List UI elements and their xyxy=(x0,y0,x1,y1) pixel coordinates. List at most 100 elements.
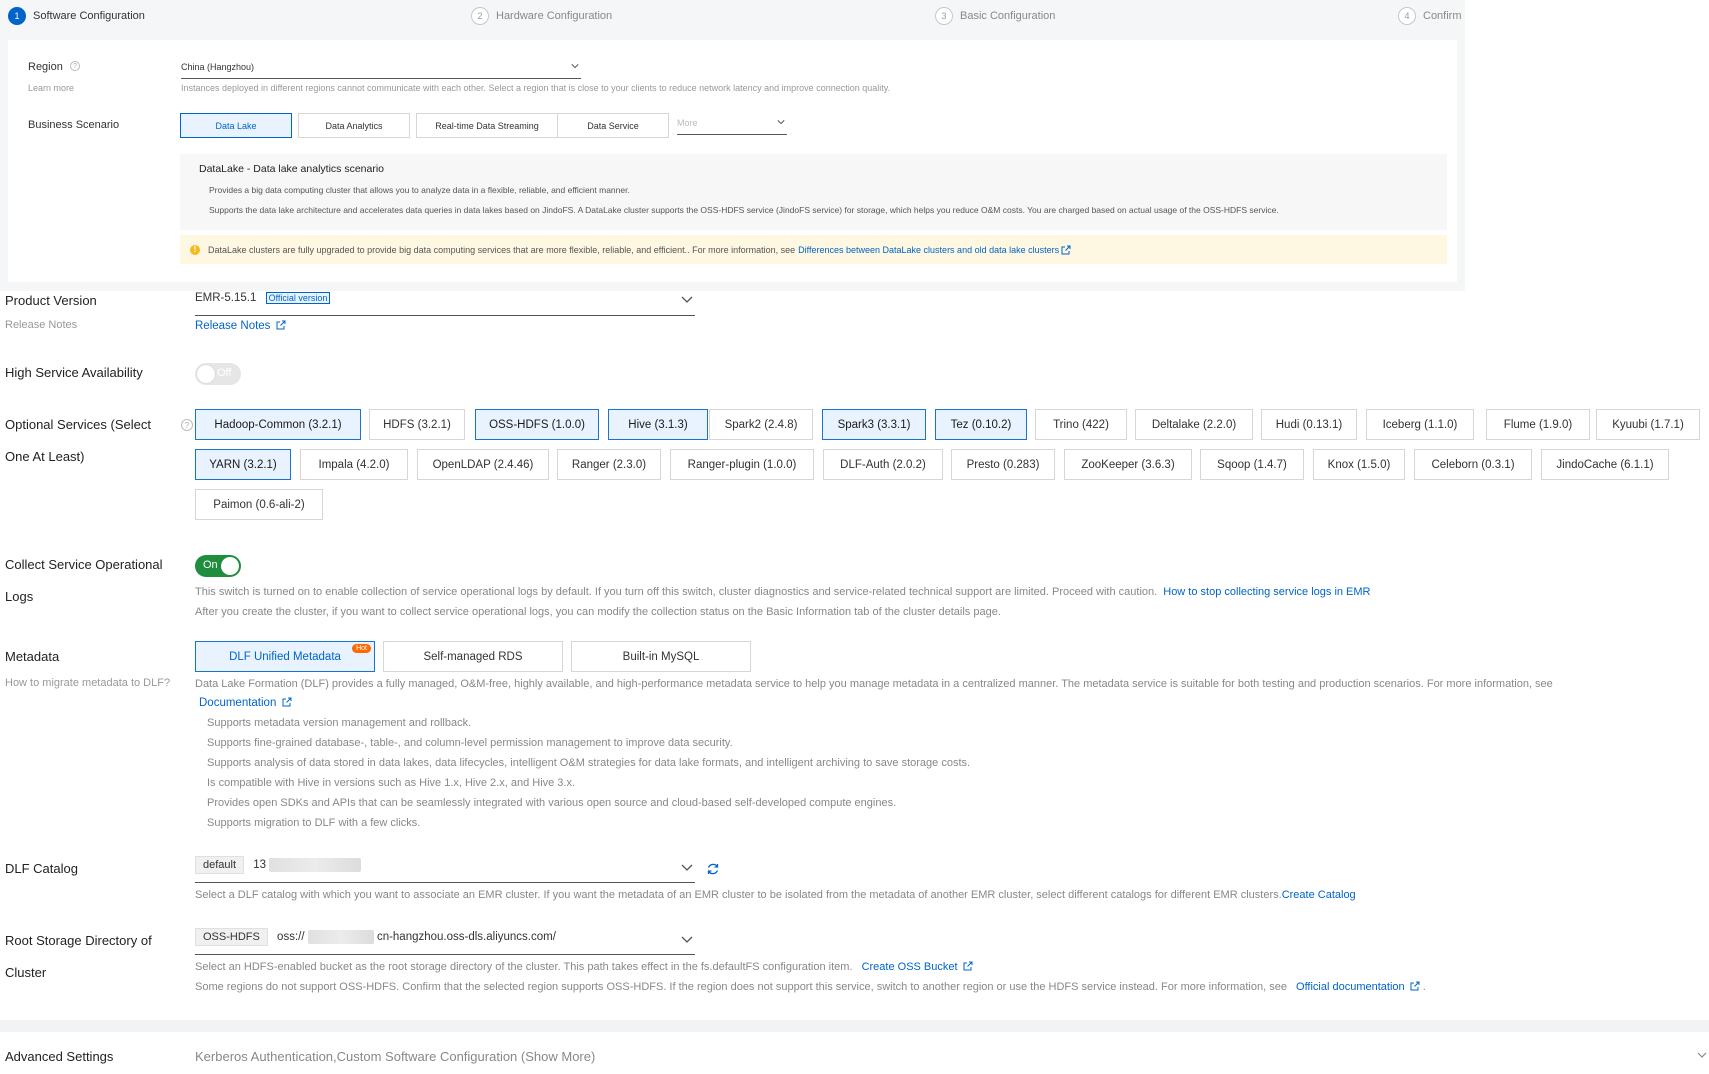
high-availability-toggle[interactable]: Off xyxy=(195,363,241,385)
service-sqoop[interactable]: Sqoop (1.4.7) xyxy=(1200,449,1304,480)
notice-text: DataLake clusters are fully upgraded to … xyxy=(208,244,796,255)
product-version-select[interactable]: EMR-5.15.1 Official version xyxy=(195,292,695,316)
dlf-catalog-desc-text: Select a DLF catalog with which you want… xyxy=(195,889,1282,901)
service-celeborn[interactable]: Celeborn (0.3.1) xyxy=(1414,449,1532,480)
region-select[interactable]: China (Hangzhou) xyxy=(181,62,581,79)
step-number: 3 xyxy=(935,7,953,25)
redacted-value xyxy=(269,858,362,872)
metadata-built-in-mysql-button[interactable]: Built-in MySQL xyxy=(571,641,751,672)
create-catalog-link[interactable]: Create Catalog xyxy=(1282,889,1356,901)
metadata-bullet: Provides open SDKs and APIs that can be … xyxy=(207,797,897,809)
migrate-metadata-link[interactable]: How to migrate metadata to DLF? xyxy=(5,677,170,689)
service-hadoop-common[interactable]: Hadoop-Common (3.2.1) xyxy=(195,409,361,440)
toggle-knob xyxy=(221,557,239,575)
chevron-down-icon xyxy=(681,296,693,303)
scenario-data-analytics-button[interactable]: Data Analytics xyxy=(298,113,410,138)
service-impala[interactable]: Impala (4.2.0) xyxy=(300,449,408,480)
collect-logs-toggle[interactable]: On xyxy=(195,555,241,577)
service-dlf-auth[interactable]: DLF-Auth (2.0.2) xyxy=(823,449,943,480)
service-ranger[interactable]: Ranger (2.3.0) xyxy=(557,449,661,480)
service-kyuubi[interactable]: Kyuubi (1.7.1) xyxy=(1596,409,1700,440)
help-icon[interactable]: ? xyxy=(70,61,80,71)
notice-link[interactable]: Differences between DataLake clusters an… xyxy=(798,245,1059,255)
root-storage-suffix: cn-hangzhou.oss-dls.aliyuncs.com/ xyxy=(376,931,556,944)
service-openldap[interactable]: OpenLDAP (2.4.46) xyxy=(417,449,549,480)
step-hardware-configuration[interactable]: 2 Hardware Configuration xyxy=(471,7,612,25)
stop-collecting-logs-link[interactable]: How to stop collecting service logs in E… xyxy=(1163,586,1370,598)
root-storage-desc-text: Some regions do not support OSS-HDFS. Co… xyxy=(195,981,1287,993)
product-version-value: EMR-5.15.1 xyxy=(195,292,257,304)
step-label: Confirm xyxy=(1423,10,1462,22)
scenario-data-service-button[interactable]: Data Service xyxy=(557,113,669,138)
desc-end: . xyxy=(1422,981,1426,993)
advanced-settings-summary[interactable]: Kerberos Authentication,Custom Software … xyxy=(195,1049,595,1064)
service-oss-hdfs[interactable]: OSS-HDFS (1.0.0) xyxy=(475,409,599,440)
root-storage-select[interactable]: OSS-HDFS oss:// cn-hangzhou.oss-dls.aliy… xyxy=(195,928,695,955)
redacted-value xyxy=(307,930,374,944)
catalog-value: 13 xyxy=(253,859,267,872)
service-deltalake[interactable]: Deltalake (2.2.0) xyxy=(1135,409,1253,440)
scenario-more-select[interactable]: More xyxy=(677,118,787,135)
metadata-bullet: Supports migration to DLF with a few cli… xyxy=(207,817,421,829)
service-spark2[interactable]: Spark2 (2.4.8) xyxy=(709,409,813,440)
service-hive[interactable]: Hive (3.1.3) xyxy=(608,409,708,440)
step-software-configuration[interactable]: 1 Software Configuration xyxy=(8,7,145,25)
chevron-down-icon xyxy=(777,120,785,125)
external-link-icon xyxy=(276,320,286,330)
metadata-bullet: Supports metadata version management and… xyxy=(207,717,472,729)
service-yarn[interactable]: YARN (3.2.1) xyxy=(195,449,291,480)
product-version-label: Product Version xyxy=(5,293,97,308)
more-placeholder: More xyxy=(677,118,698,128)
service-flume[interactable]: Flume (1.9.0) xyxy=(1486,409,1590,440)
service-presto[interactable]: Presto (0.283) xyxy=(951,449,1055,480)
service-spark3[interactable]: Spark3 (3.3.1) xyxy=(822,409,926,440)
release-notes-link[interactable]: Release Notes xyxy=(195,320,270,332)
scenario-realtime-streaming-button[interactable]: Real-time Data Streaming xyxy=(416,113,558,138)
chevron-down-icon xyxy=(681,864,693,871)
warning-icon: ! xyxy=(190,244,200,255)
service-hdfs[interactable]: HDFS (3.2.1) xyxy=(369,409,465,440)
step-number: 2 xyxy=(471,7,489,25)
service-zookeeper[interactable]: ZooKeeper (3.6.3) xyxy=(1064,449,1192,480)
chevron-down-icon xyxy=(571,64,579,69)
metadata-bullet: Is compatible with Hive in versions such… xyxy=(207,777,576,789)
service-tez[interactable]: Tez (0.10.2) xyxy=(935,409,1027,440)
toggle-state: Off xyxy=(217,367,232,379)
service-trino[interactable]: Trino (422) xyxy=(1035,409,1127,440)
dlf-catalog-label: DLF Catalog xyxy=(5,861,78,876)
service-paimon[interactable]: Paimon (0.6-ali-2) xyxy=(195,489,323,520)
oss-hdfs-tag: OSS-HDFS xyxy=(195,928,268,947)
region-label: Region xyxy=(28,61,63,73)
root-storage-desc-1: Select an HDFS-enabled bucket as the roo… xyxy=(195,961,973,973)
dlf-catalog-desc: Select a DLF catalog with which you want… xyxy=(195,889,1356,901)
region-value: China (Hangzhou) xyxy=(181,62,255,72)
refresh-icon[interactable] xyxy=(706,862,720,876)
collect-logs-label-1: Collect Service Operational xyxy=(5,557,163,572)
region-learn-more[interactable]: Learn more xyxy=(28,83,74,93)
high-availability-label: High Service Availability xyxy=(5,365,143,380)
official-documentation-link[interactable]: Official documentation xyxy=(1296,981,1405,993)
service-hudi[interactable]: Hudi (0.13.1) xyxy=(1261,409,1357,440)
service-ranger-plugin[interactable]: Ranger-plugin (1.0.0) xyxy=(670,449,814,480)
create-oss-bucket-link[interactable]: Create OSS Bucket xyxy=(862,961,958,973)
scenario-data-lake-button[interactable]: Data Lake xyxy=(180,113,292,138)
step-confirm[interactable]: 4 Confirm xyxy=(1398,7,1462,25)
service-jindocache[interactable]: JindoCache (6.1.1) xyxy=(1541,449,1669,480)
help-icon[interactable]: ? xyxy=(181,419,193,431)
external-link-icon xyxy=(282,697,292,707)
advanced-settings-label: Advanced Settings xyxy=(5,1049,114,1064)
optional-services-label-2: One At Least) xyxy=(5,449,85,464)
toggle-state: On xyxy=(203,559,218,571)
metadata-documentation-link[interactable]: Documentation xyxy=(199,697,276,709)
step-label: Hardware Configuration xyxy=(496,10,613,22)
release-notes-sublabel: Release Notes xyxy=(5,319,78,331)
dlf-catalog-select[interactable]: default 13 xyxy=(195,856,695,883)
service-iceberg[interactable]: Iceberg (1.1.0) xyxy=(1366,409,1474,440)
metadata-bullet: Supports analysis of data stored in data… xyxy=(207,757,971,769)
step-basic-configuration[interactable]: 3 Basic Configuration xyxy=(935,7,1055,25)
external-link-icon xyxy=(1061,245,1071,254)
service-knox[interactable]: Knox (1.5.0) xyxy=(1313,449,1405,480)
metadata-dlf-unified-button[interactable]: DLF Unified Metadata Hot xyxy=(195,641,375,672)
metadata-self-managed-rds-button[interactable]: Self-managed RDS xyxy=(383,641,563,672)
chevron-down-icon[interactable] xyxy=(1697,1051,1707,1059)
